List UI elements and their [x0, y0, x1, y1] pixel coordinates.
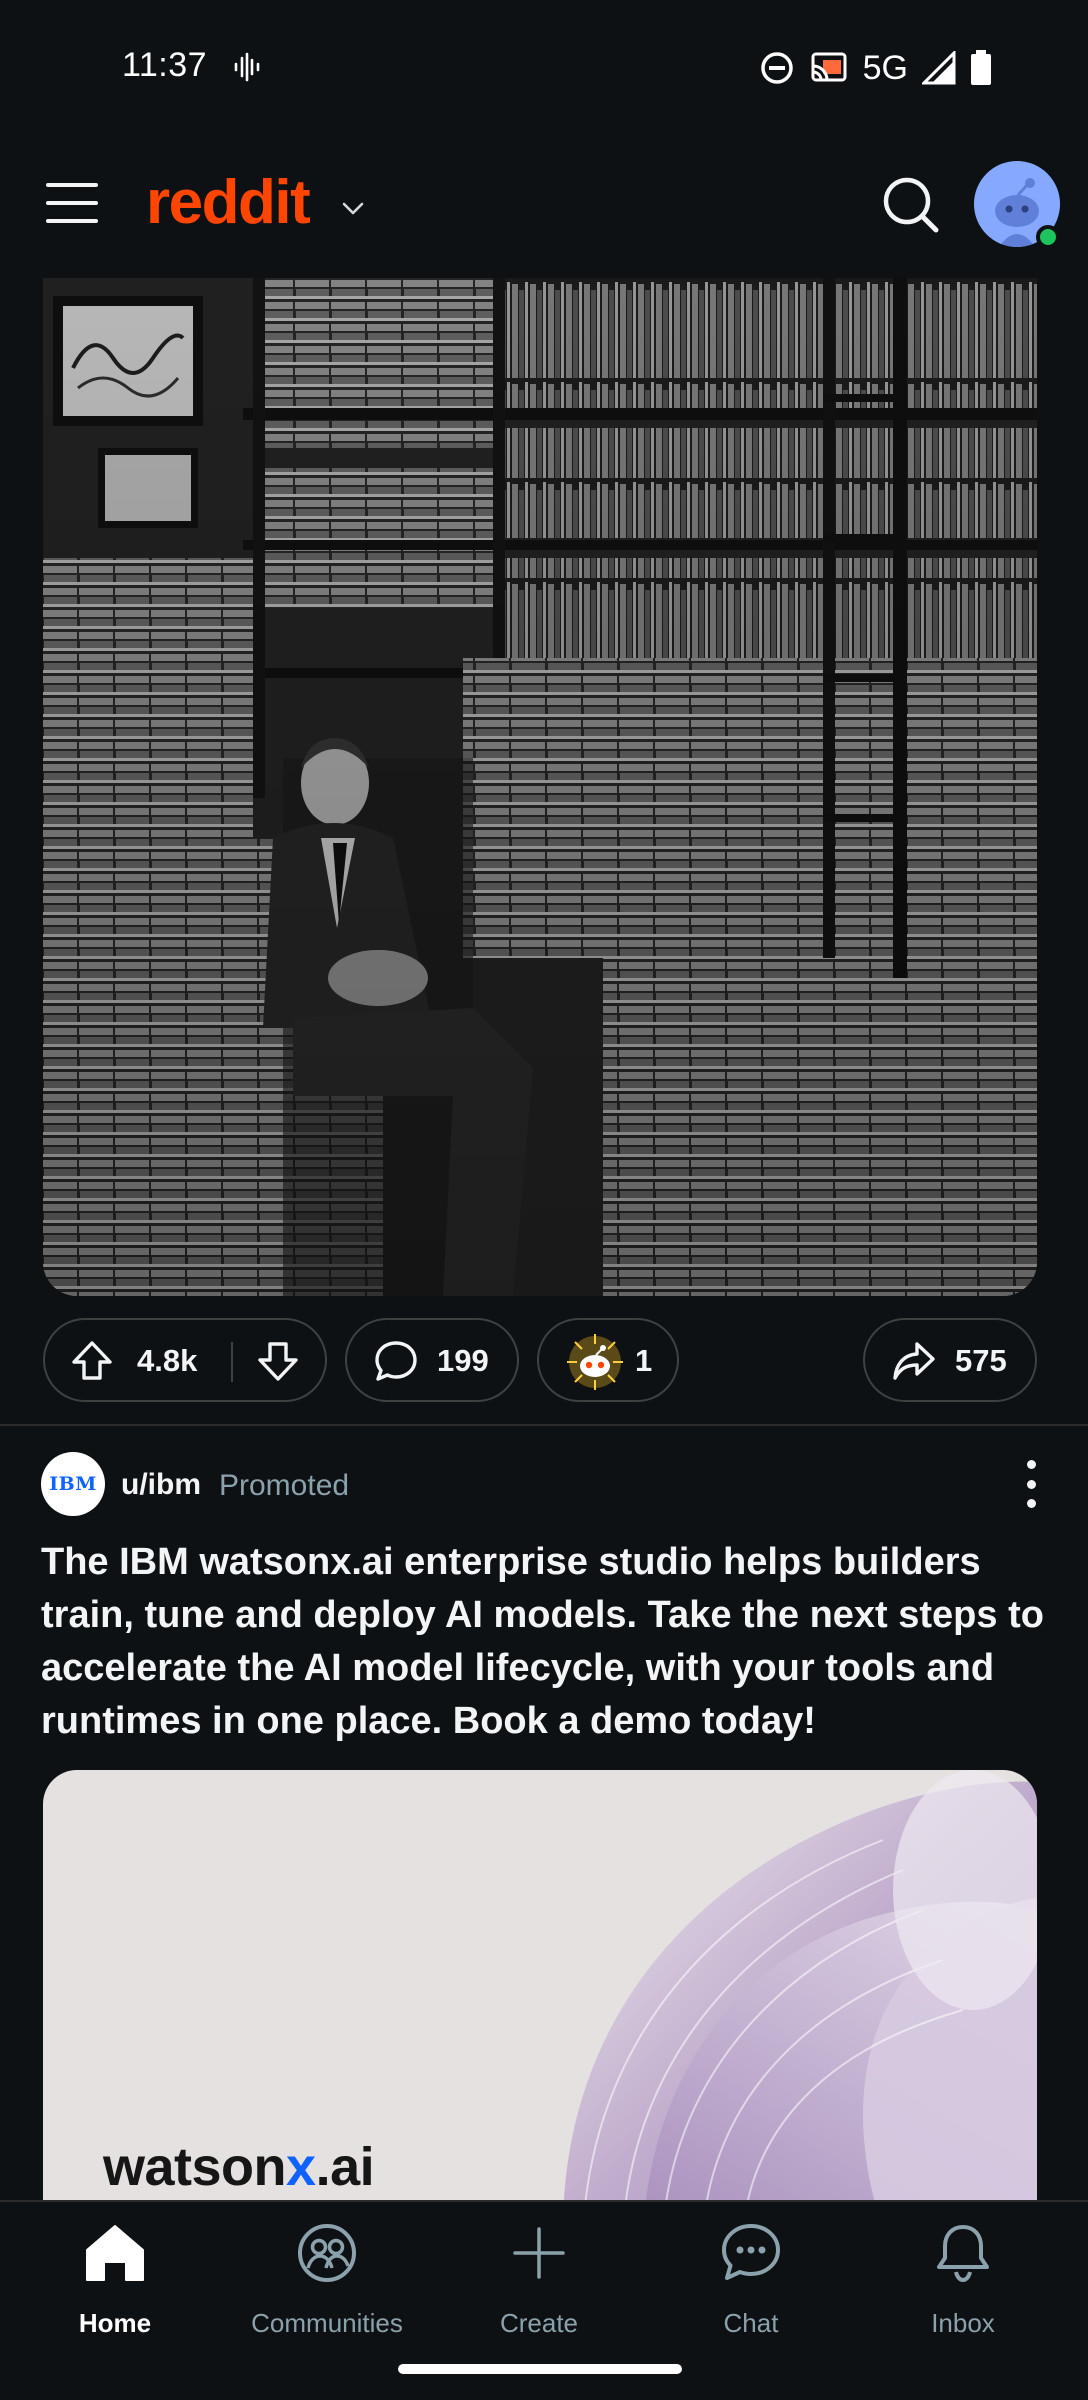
brand-suffix: .ai — [315, 2137, 375, 2197]
ad-username[interactable]: u/ibm — [121, 1468, 201, 1502]
home-icon — [86, 2225, 144, 2281]
nav-communities-label: Communities — [251, 2308, 403, 2338]
online-status-indicator — [1036, 225, 1060, 249]
award-icon — [567, 1334, 623, 1390]
share-button[interactable]: 575 — [863, 1318, 1037, 1402]
feed-divider — [0, 1424, 1088, 1426]
status-time: 11:37 — [122, 46, 208, 84]
share-count: 575 — [955, 1343, 1007, 1378]
network-type: 5G — [862, 48, 908, 87]
brand-x: x — [286, 2137, 316, 2197]
communities-icon — [298, 2224, 356, 2282]
promoted-label: Promoted — [219, 1469, 350, 1502]
bookstore-photo — [43, 278, 1037, 1296]
signal-icon — [922, 51, 956, 85]
ad-header: IBM u/ibm Promoted — [41, 1452, 1051, 1516]
comments-button[interactable]: 199 — [345, 1318, 519, 1402]
ad-image[interactable]: watsonx.ai — [43, 1770, 1037, 2230]
nav-inbox-label: Inbox — [931, 2308, 995, 2338]
post-image[interactable] — [43, 278, 1037, 1296]
comment-count: 199 — [437, 1343, 489, 1378]
ibm-avatar[interactable]: IBM — [41, 1452, 105, 1516]
search-icon[interactable] — [878, 172, 944, 238]
post-actions: 4.8k 199 1 575 — [43, 1318, 1037, 1402]
nav-home[interactable]: Home — [25, 2220, 205, 2350]
cast-icon — [811, 52, 847, 82]
nav-home-label: Home — [78, 2308, 152, 2338]
bell-icon — [937, 2225, 989, 2283]
upvote-icon[interactable] — [69, 1338, 115, 1384]
comment-icon — [375, 1341, 417, 1381]
award-count: 1 — [635, 1343, 653, 1378]
battery-icon — [971, 50, 991, 85]
chevron-down-icon[interactable] — [338, 193, 368, 223]
more-options-icon[interactable] — [1011, 1460, 1051, 1508]
vote-pill: 4.8k — [43, 1318, 327, 1402]
status-icons: 5G — [759, 48, 992, 88]
vote-separator — [231, 1342, 233, 1382]
nav-create-label: Create — [499, 2308, 579, 2338]
audio-wave-icon — [234, 52, 260, 82]
reddit-app: 11:37 5G reddit 4.8k 199 1 575 IBM u/ibm… — [0, 0, 1088, 2400]
plus-icon — [513, 2227, 565, 2279]
nav-create[interactable]: Create — [449, 2220, 629, 2350]
nav-chat[interactable]: Chat — [661, 2220, 841, 2350]
award-button[interactable]: 1 — [537, 1318, 679, 1402]
brand-prefix: watson — [103, 2137, 287, 2197]
downvote-icon[interactable] — [255, 1338, 301, 1384]
nav-communities[interactable]: Communities — [237, 2220, 417, 2350]
ad-title[interactable]: The IBM watsonx.ai enterprise studio hel… — [41, 1536, 1051, 1748]
share-icon — [893, 1342, 935, 1380]
gesture-home-bar[interactable] — [398, 2364, 682, 2374]
menu-icon[interactable] — [46, 183, 98, 227]
nav-inbox[interactable]: Inbox — [873, 2220, 1053, 2350]
reddit-logo[interactable]: reddit — [146, 167, 311, 238]
app-header: reddit — [0, 135, 1088, 280]
status-bar: 11:37 5G — [0, 0, 1088, 135]
nav-chat-label: Chat — [723, 2308, 779, 2338]
vote-score: 4.8k — [137, 1343, 198, 1378]
watsonx-brand: watsonx.ai — [103, 2136, 375, 2198]
chat-icon — [722, 2224, 780, 2280]
ibm-logo-text: IBM — [49, 1473, 97, 1495]
do-not-disturb-icon — [760, 52, 793, 84]
